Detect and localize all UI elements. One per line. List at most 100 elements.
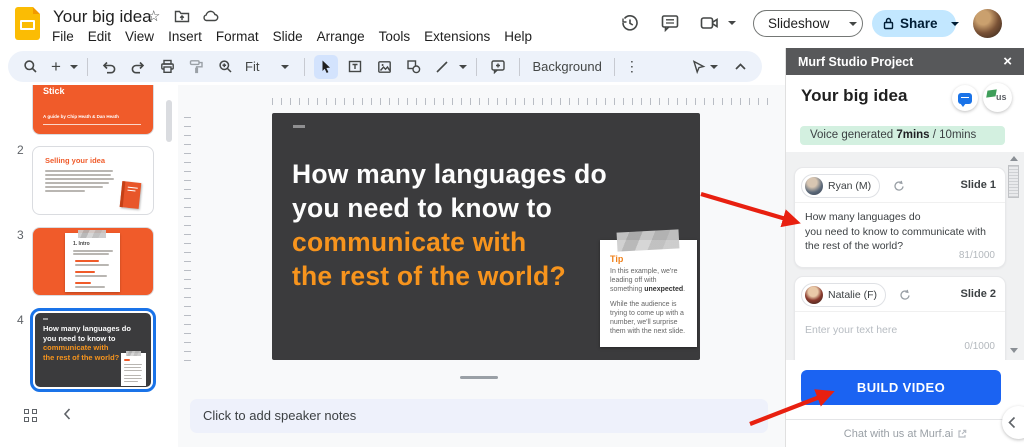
add-slide-button[interactable]: + — [47, 55, 65, 79]
slide-thumbnail-1[interactable]: Presentations That Stick A guide by Chip… — [33, 85, 153, 134]
insert-shape-icon[interactable] — [401, 55, 425, 79]
menu-view[interactable]: View — [118, 26, 161, 47]
slide-title-line3: communicate with — [292, 225, 607, 259]
insert-line-icon[interactable] — [430, 55, 454, 79]
text-line-bar — [124, 364, 142, 365]
collapse-toolbar-icon[interactable] — [728, 55, 752, 79]
background-button[interactable]: Background — [529, 59, 604, 74]
laser-pointer-icon[interactable] — [686, 55, 710, 79]
undo-icon[interactable] — [97, 55, 121, 79]
filmstrip-scrollbar[interactable] — [166, 100, 172, 142]
voice-block-slide1[interactable]: Ryan (M) Slide 1 How many languages do y… — [794, 167, 1006, 268]
slide-title-text[interactable]: How many languages do you need to know t… — [292, 157, 607, 293]
voice-text-slide1[interactable]: How many languages do you need to know t… — [805, 210, 986, 254]
share-button[interactable]: Share — [894, 16, 944, 31]
murf-chat-icon[interactable] — [952, 85, 978, 111]
version-history-icon[interactable] — [620, 13, 640, 33]
slide-canvas[interactable]: How many languages do you need to know t… — [272, 113, 700, 360]
voice-block-slide2[interactable]: Natalie (F) Slide 2 Enter your text here… — [794, 276, 1006, 360]
text-line-bar — [45, 182, 109, 184]
zoom-fit-label[interactable]: Fit — [242, 59, 262, 74]
thumbnail-2-number: 2 — [17, 143, 24, 157]
search-menus-icon[interactable] — [18, 55, 42, 79]
menu-file[interactable]: File — [45, 26, 81, 47]
slide-thumbnail-3[interactable]: 1. Intro — [33, 228, 153, 295]
more-options-icon[interactable]: ⋮ — [624, 55, 640, 79]
zoom-icon[interactable] — [213, 55, 237, 79]
speaker-notes-box[interactable]: Click to add speaker notes — [190, 399, 768, 433]
voice-text-line: How many languages do — [805, 210, 986, 225]
slide-thumbnail-2[interactable]: Selling your idea — [33, 147, 153, 214]
panel-scrollbar-thumb[interactable] — [1008, 165, 1019, 198]
thumb4-slide: How many languages do you need to know t… — [35, 313, 151, 387]
select-tool-icon[interactable] — [314, 55, 338, 79]
menu-arrange[interactable]: Arrange — [310, 26, 372, 47]
bullet-line-bar — [124, 359, 130, 361]
regenerate-icon[interactable] — [899, 289, 911, 301]
comment-history-icon[interactable] — [660, 14, 680, 32]
logo-inner-rect — [20, 20, 35, 30]
text-line-bar — [75, 275, 107, 277]
canvas-hscroll-thumb[interactable] — [460, 376, 498, 379]
main-toolbar: + Fit — [8, 51, 762, 82]
cloud-status-icon[interactable] — [202, 10, 219, 22]
move-to-folder-icon[interactable] — [174, 9, 190, 23]
murf-footer-link[interactable]: Chat with us at Murf.ai — [786, 428, 1024, 440]
scrollbar-up-arrow[interactable] — [1010, 156, 1018, 161]
badge-minutes: 7mins — [896, 129, 929, 141]
camera-dropdown-caret[interactable] — [728, 21, 736, 25]
collapse-filmstrip-icon[interactable] — [62, 406, 72, 422]
voice-text-slide2-placeholder[interactable]: Enter your text here — [805, 323, 897, 338]
app-header: Your big idea ☆ File Edit View Insert Fo… — [0, 0, 1024, 48]
tip-card[interactable]: Tip In this example, we're leading off w… — [600, 240, 697, 347]
menu-edit[interactable]: Edit — [81, 26, 118, 47]
insert-image-icon[interactable] — [372, 55, 396, 79]
slideshow-button[interactable]: Slideshow — [754, 16, 840, 31]
regenerate-icon[interactable] — [893, 180, 905, 192]
murf-close-icon[interactable]: × — [1003, 53, 1012, 70]
document-title[interactable]: Your big idea — [53, 7, 152, 27]
menu-insert[interactable]: Insert — [161, 26, 209, 47]
google-slides-logo[interactable] — [15, 7, 40, 40]
text-box-icon[interactable] — [343, 55, 367, 79]
insert-comment-icon[interactable] — [486, 55, 510, 79]
scrollbar-down-arrow[interactable] — [1010, 348, 1018, 353]
line-dropdown-caret[interactable] — [459, 65, 467, 69]
menu-tools[interactable]: Tools — [372, 26, 418, 47]
redo-icon[interactable] — [126, 55, 150, 79]
menu-help[interactable]: Help — [497, 26, 539, 47]
slide2-label: Slide 2 — [961, 288, 996, 300]
meet-camera-icon[interactable] — [700, 15, 720, 31]
paint-format-icon[interactable] — [184, 55, 208, 79]
star-icon[interactable]: ☆ — [147, 7, 160, 25]
bullet-line-bar — [75, 271, 95, 273]
share-dropdown[interactable] — [944, 22, 966, 26]
menu-format[interactable]: Format — [209, 26, 266, 47]
menu-extensions[interactable]: Extensions — [417, 26, 497, 47]
voice-select-ryan[interactable]: Ryan (M) — [801, 174, 880, 198]
add-slide-caret[interactable] — [70, 65, 78, 69]
share-split-button: Share — [872, 10, 956, 37]
toolbar-divider — [519, 58, 520, 76]
voice-select-natalie[interactable]: Natalie (F) — [801, 283, 886, 307]
zoom-fit-caret[interactable] — [281, 65, 289, 69]
account-avatar[interactable] — [973, 9, 1002, 38]
voice-name: Ryan (M) — [828, 180, 871, 192]
slide-title-line2: you need to know to — [292, 191, 607, 225]
speaker-notes-placeholder: Click to add speaker notes — [203, 408, 356, 423]
build-video-button[interactable]: BUILD VIDEO — [801, 370, 1001, 405]
account-glyph-text: us — [996, 92, 1007, 102]
voice-avatar-natalie — [805, 286, 823, 304]
slideshow-dropdown[interactable] — [840, 22, 866, 26]
murf-project-title: Your big idea — [801, 86, 907, 106]
footer-divider — [786, 419, 1024, 420]
murf-panel-header: Murf Studio Project × — [786, 48, 1024, 75]
menu-slide[interactable]: Slide — [266, 26, 310, 47]
laser-dropdown-caret[interactable] — [710, 65, 718, 69]
grid-view-icon[interactable] — [24, 409, 38, 423]
murf-account-icon[interactable]: us — [983, 83, 1012, 112]
slide1-label: Slide 1 — [961, 179, 996, 191]
thumb1-title-main: Stick — [43, 86, 124, 97]
print-icon[interactable] — [155, 55, 179, 79]
slide-thumbnail-4[interactable]: How many languages do you need to know t… — [30, 308, 156, 392]
